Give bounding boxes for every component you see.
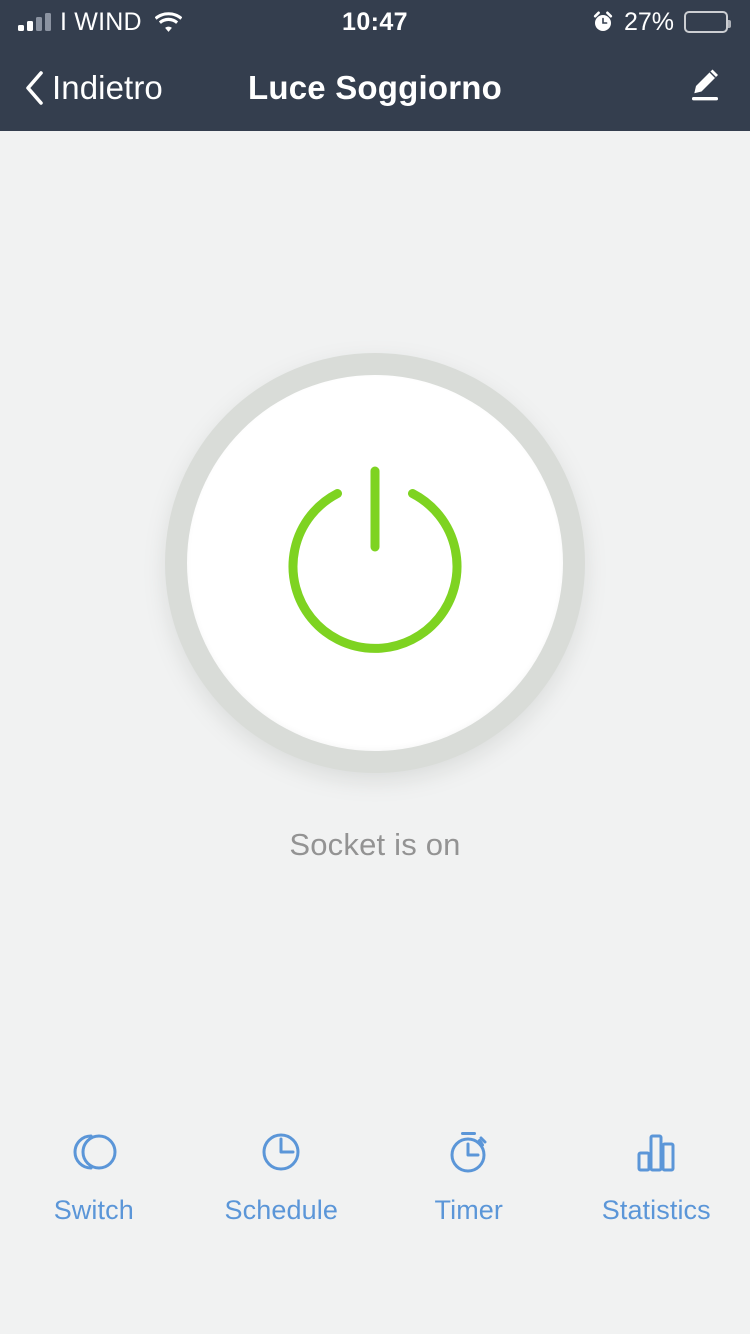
wifi-icon <box>154 12 183 32</box>
bar-chart-icon <box>627 1123 685 1181</box>
power-toggle-button[interactable] <box>165 353 585 773</box>
tab-bar: Switch Schedule Timer Statistics <box>0 1123 750 1226</box>
socket-status-text: Socket is on <box>289 827 461 862</box>
pencil-edit-icon <box>686 66 722 109</box>
edit-button[interactable] <box>682 66 726 110</box>
tab-statistics-label: Statistics <box>601 1195 711 1225</box>
carrier-label: I WIND <box>60 7 142 36</box>
app-screen: I WIND 10:47 27% Indietro Luce Soggiorno… <box>0 0 750 1334</box>
tab-schedule-label: Schedule <box>224 1195 338 1225</box>
clock-icon <box>252 1123 310 1181</box>
status-bar: I WIND 10:47 27% <box>0 0 750 44</box>
chevron-left-icon <box>24 70 44 105</box>
status-bar-right: 27% <box>592 7 731 37</box>
power-icon <box>275 463 475 663</box>
status-bar-left: I WIND <box>18 7 183 36</box>
clock-label: 10:47 <box>342 7 408 36</box>
tab-switch[interactable]: Switch <box>0 1123 188 1226</box>
main-content: Socket is on Switch Schedule Timer Stati… <box>0 131 750 1334</box>
tab-statistics[interactable]: Statistics <box>563 1123 750 1226</box>
battery-percent-label: 27% <box>623 7 674 36</box>
back-button[interactable]: Indietro <box>24 69 163 107</box>
tab-timer[interactable]: Timer <box>375 1123 563 1226</box>
stopwatch-icon <box>440 1123 498 1181</box>
back-button-label: Indietro <box>52 68 163 106</box>
signal-bars-icon <box>18 13 51 31</box>
tab-timer-label: Timer <box>434 1195 503 1225</box>
tab-schedule[interactable]: Schedule <box>188 1123 376 1226</box>
battery-icon <box>684 11 731 33</box>
navigation-bar: Indietro Luce Soggiorno <box>0 44 750 131</box>
alarm-clock-icon <box>592 11 614 33</box>
tab-switch-label: Switch <box>53 1195 134 1225</box>
switch-toggle-icon <box>65 1123 123 1181</box>
